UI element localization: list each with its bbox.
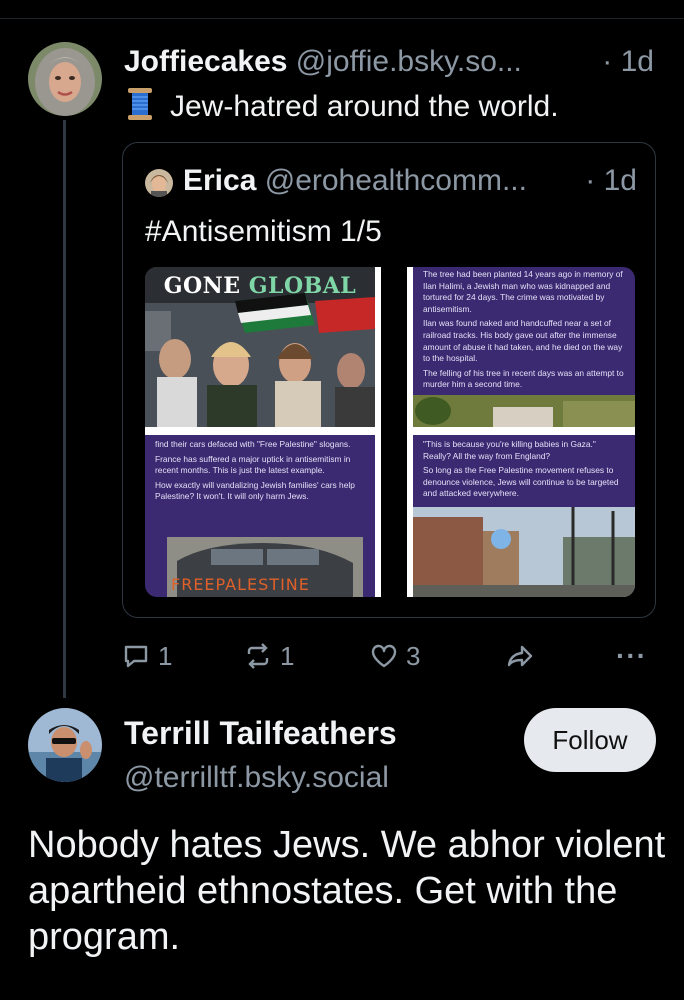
tree-stump-photo bbox=[413, 395, 635, 427]
spool-of-thread-icon bbox=[126, 86, 154, 122]
reply-icon bbox=[124, 645, 148, 668]
street-photo bbox=[413, 507, 635, 597]
image-tile-3[interactable]: find their cars defaced with "Free Pales… bbox=[145, 435, 375, 597]
reply-text: Nobody hates Jews. We abhor violent apar… bbox=[28, 824, 666, 958]
share-button[interactable] bbox=[506, 636, 542, 676]
share-arrow-icon bbox=[507, 645, 533, 667]
repost-count: 1 bbox=[280, 640, 295, 671]
quote-handle: @erohealthcomm... bbox=[264, 164, 527, 197]
more-options-button[interactable]: ··· bbox=[616, 636, 647, 676]
thread-line bbox=[63, 120, 66, 698]
image-tile-4[interactable]: "This is because you're killing babies i… bbox=[413, 435, 635, 597]
image-tile-1[interactable]: GONE GLOBAL bbox=[145, 267, 375, 427]
reply-handle[interactable]: @terrilltf.bsky.social bbox=[124, 756, 389, 800]
quote-image-grid[interactable]: GONE GLOBAL The tree had been planted 14… bbox=[145, 267, 635, 597]
quote-post-card[interactable]: Erica @erohealthcomm... · 1d #Antisemiti… bbox=[122, 142, 656, 618]
like-count: 3 bbox=[406, 640, 421, 671]
repost-button[interactable]: 1 bbox=[244, 636, 294, 676]
post-text: Jew-hatred around the world. bbox=[126, 84, 559, 130]
avatar[interactable] bbox=[28, 42, 102, 116]
image-divider bbox=[381, 267, 407, 597]
quote-text: #Antisemitism 1/5 bbox=[145, 215, 382, 248]
reply-button[interactable]: 1 bbox=[122, 636, 172, 676]
follow-button[interactable]: Follow bbox=[524, 708, 656, 772]
post-actions: 1 1 3 ··· bbox=[120, 636, 660, 676]
post-body: Jew-hatred around the world. bbox=[170, 90, 559, 123]
quote-timestamp: · 1d bbox=[585, 164, 637, 197]
infographic-title: GONE GLOBAL bbox=[163, 273, 357, 299]
author-handle[interactable]: @joffie.bsky.so... bbox=[296, 45, 522, 78]
reply-count: 1 bbox=[158, 640, 173, 671]
post-timestamp[interactable]: · 1d bbox=[602, 40, 654, 84]
infographic-text: The tree had been planted 14 years ago i… bbox=[423, 269, 624, 390]
repost-icon bbox=[247, 643, 269, 669]
reply-display-name[interactable]: Terrill Tailfeathers bbox=[124, 712, 397, 754]
infographic-text: "This is because you're killing babies i… bbox=[423, 439, 619, 499]
avatar[interactable] bbox=[28, 708, 102, 782]
more-icon: ··· bbox=[616, 640, 647, 671]
author-display-name[interactable]: Joffiecakes bbox=[124, 45, 287, 78]
graffiti-text: FREEPALESTINE bbox=[171, 575, 310, 594]
infographic-text: find their cars defaced with "Free Pales… bbox=[155, 439, 355, 502]
post-header: Joffiecakes @joffie.bsky.so... · 1d bbox=[124, 40, 664, 84]
quote-display-name: Erica bbox=[183, 164, 257, 197]
quote-header: Erica @erohealthcomm... · 1d bbox=[141, 161, 641, 201]
top-divider bbox=[0, 18, 684, 19]
heart-icon bbox=[371, 644, 397, 668]
image-tile-2[interactable]: The tree had been planted 14 years ago i… bbox=[413, 267, 635, 427]
like-button[interactable]: 3 bbox=[370, 636, 420, 676]
